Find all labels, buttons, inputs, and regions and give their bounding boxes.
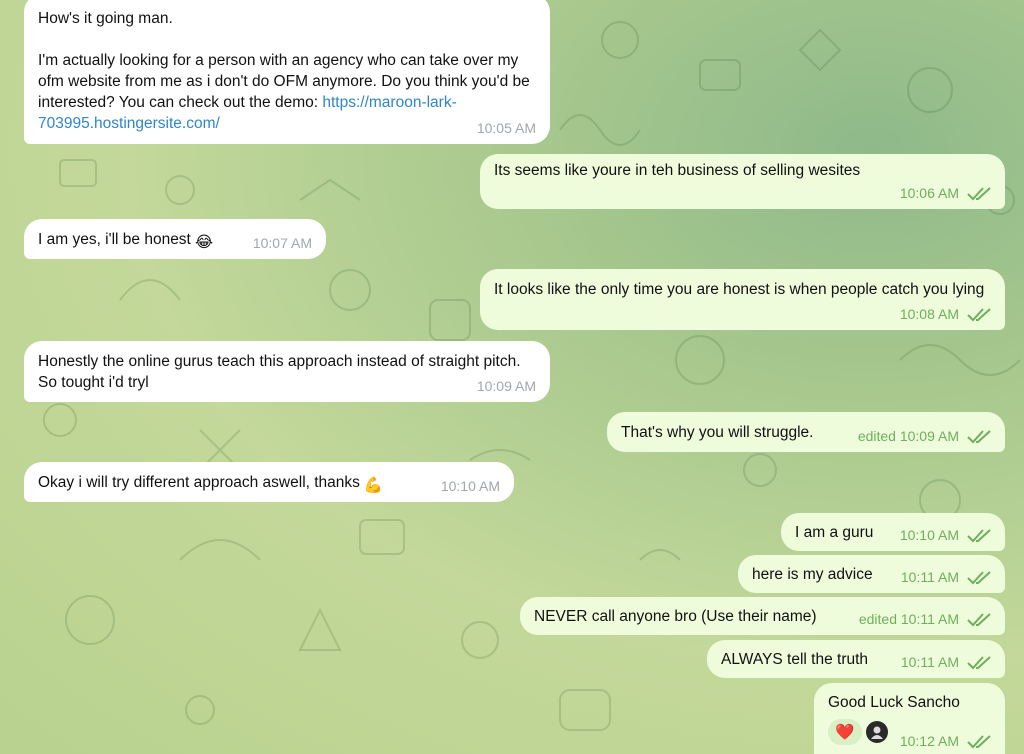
message-text: That's why you will struggle. — [621, 424, 814, 441]
message-text: Its seems like youre in teh business of … — [494, 162, 861, 179]
message-text: It looks like the only time you are hone… — [494, 281, 985, 298]
heart-reaction-icon[interactable]: ❤️ — [828, 719, 862, 745]
message-text: How's it going man. I'm actually looking… — [38, 10, 530, 111]
read-checkmarks-icon — [967, 734, 991, 748]
message-time: 10:11 AM — [900, 654, 959, 670]
message-list[interactable]: How's it going man. I'm actually looking… — [0, 0, 1024, 754]
message-time: 10:07 AM — [252, 235, 312, 251]
read-checkmarks-icon — [967, 186, 991, 200]
message-outgoing[interactable]: ALWAYS tell the truth 10:11 AM — [707, 640, 1005, 678]
message-time: 10:10 AM — [899, 527, 959, 543]
laughing-emoji-icon: 😂 — [194, 234, 213, 251]
message-outgoing[interactable]: It looks like the only time you are hone… — [480, 269, 1005, 330]
read-checkmarks-icon — [967, 307, 991, 321]
flexed-biceps-emoji-icon: 💪 — [363, 477, 384, 494]
message-time: 10:12 AM — [899, 733, 959, 749]
message-time: 10:05 AM — [476, 120, 536, 136]
message-text: NEVER call anyone bro (Use their name) — [534, 608, 817, 625]
message-text: Honestly the online gurus teach this app… — [38, 353, 525, 391]
read-checkmarks-icon — [967, 655, 991, 669]
message-time: 10:10 AM — [440, 478, 500, 494]
read-checkmarks-icon — [967, 612, 991, 626]
message-outgoing[interactable]: Its seems like youre in teh business of … — [480, 154, 1005, 209]
read-checkmarks-icon — [967, 429, 991, 443]
message-text: here is my advice — [752, 566, 873, 583]
message-time: 10:08 AM — [899, 306, 959, 322]
message-time: edited 10:11 AM — [858, 611, 959, 627]
message-time: edited 10:09 AM — [857, 428, 959, 444]
message-outgoing[interactable]: here is my advice 10:11 AM — [738, 555, 1005, 593]
message-time: 10:06 AM — [899, 185, 959, 201]
message-incoming[interactable]: How's it going man. I'm actually looking… — [24, 0, 550, 144]
message-incoming[interactable]: Honestly the online gurus teach this app… — [24, 341, 550, 402]
message-text: Good Luck Sancho — [828, 694, 960, 711]
message-outgoing[interactable]: NEVER call anyone bro (Use their name) e… — [520, 597, 1005, 635]
read-checkmarks-icon — [967, 570, 991, 584]
message-outgoing[interactable]: That's why you will struggle. edited 10:… — [607, 412, 1005, 452]
message-time: 10:09 AM — [476, 378, 536, 394]
message-incoming[interactable]: Okay i will try different approach aswel… — [24, 462, 514, 502]
message-text: I am a guru — [795, 524, 874, 541]
avatar-icon — [871, 726, 883, 739]
message-text: ALWAYS tell the truth — [721, 651, 869, 668]
read-checkmarks-icon — [967, 528, 991, 542]
message-outgoing[interactable]: I am a guru 10:10 AM — [781, 513, 1005, 551]
reactor-avatar — [866, 721, 888, 743]
message-text: I am yes, i'll be honest — [38, 231, 191, 248]
message-text: Okay i will try different approach aswel… — [38, 474, 360, 491]
message-time: 10:11 AM — [900, 569, 959, 585]
message-outgoing[interactable]: Good Luck Sancho ❤️ 10:12 AM — [814, 683, 1005, 754]
message-incoming[interactable]: I am yes, i'll be honest 😂 10:07 AM — [24, 219, 326, 259]
